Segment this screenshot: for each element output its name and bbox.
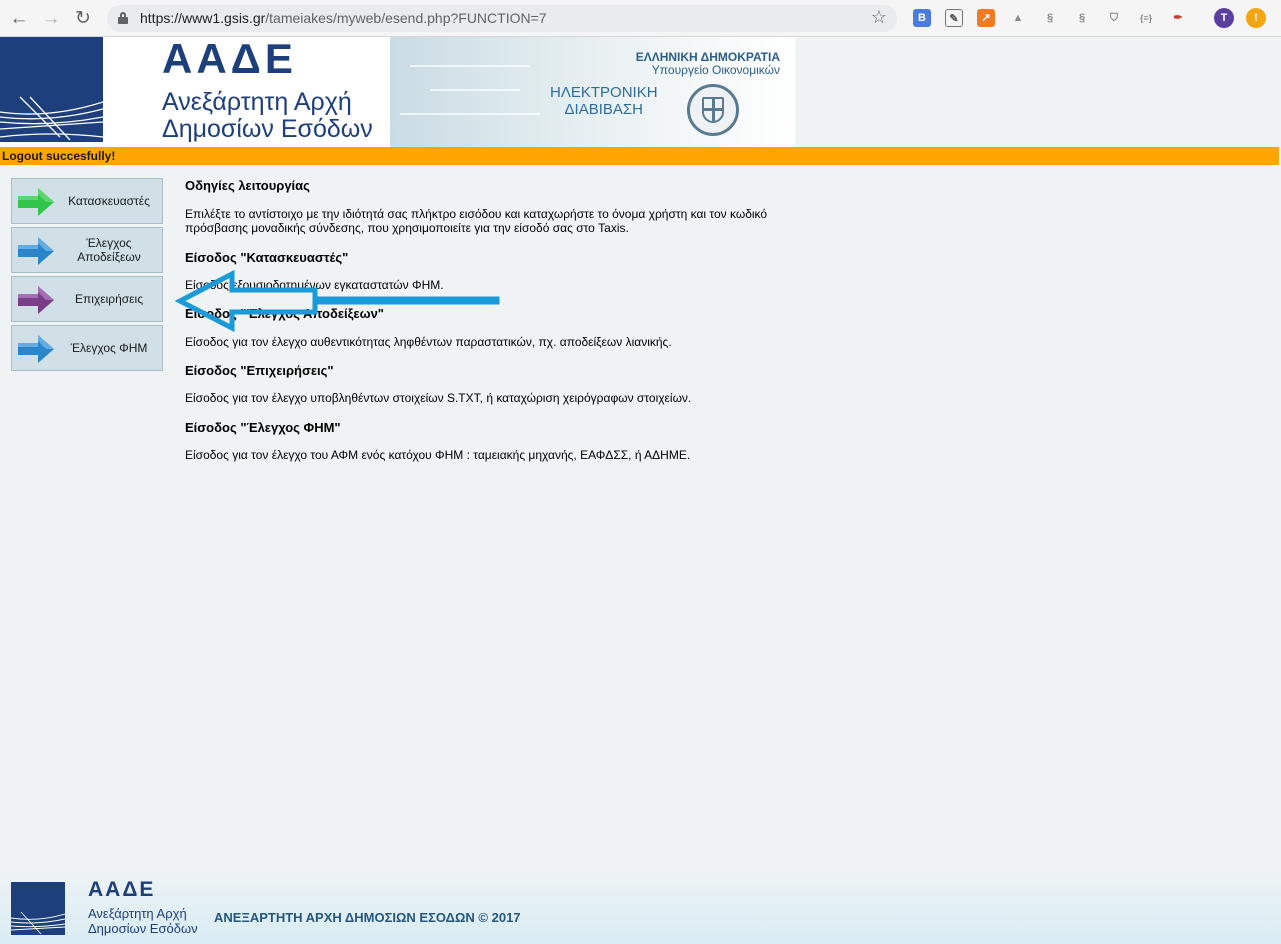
section-heading: Είσοδος "Έλεγχος ΦΗΜ" bbox=[185, 420, 341, 435]
reload-icon[interactable]: ↻ bbox=[72, 8, 94, 30]
logout-message: Logout succesfully! bbox=[2, 149, 116, 163]
menu-button-businesses[interactable]: Επιχειρήσεις bbox=[11, 276, 163, 322]
banner-graphic: ΕΛΛΗΝΙΚΗ ΔΗΜΟΚΡΑΤΙΑ Υπουργείο Οικονομικώ… bbox=[390, 37, 795, 147]
extension-link-icon[interactable]: § bbox=[1041, 9, 1059, 27]
extension-drive-icon[interactable]: ▲ bbox=[1009, 9, 1027, 27]
purple-arrow-icon bbox=[18, 286, 54, 314]
section-text: Είσοδος για τον έλεγχο του ΑΦΜ ενός κατό… bbox=[185, 448, 691, 462]
section-text: Είσοδος για τον έλεγχο υποβληθέντων στοι… bbox=[185, 391, 692, 405]
brand-block: ΑΑΔΕ Ανεξάρτητη Αρχή Δημοσίων Εσόδων bbox=[162, 37, 373, 143]
gov-subtitle: Υπουργείο Οικονομικών bbox=[651, 63, 780, 77]
extension-translate-icon[interactable]: B bbox=[913, 9, 931, 27]
blue-arrow-icon bbox=[18, 237, 54, 265]
gov-title: ΕΛΛΗΝΙΚΗ ΔΗΜΟΚΡΑΤΙΑ bbox=[635, 50, 780, 64]
browser-toolbar: ← → ↻ https://www1.gsis.gr/tameiakes/myw… bbox=[0, 0, 1281, 37]
menu-button-manufacturers[interactable]: Κατασκευαστές bbox=[11, 178, 163, 224]
footer: ΑΑΔΕ Ανεξάρτητη Αρχή Δημοσίων Εσόδων ΑΝΕ… bbox=[0, 866, 1281, 944]
greek-emblem-icon bbox=[687, 84, 739, 136]
brand-line-2: Δημοσίων Εσόδων bbox=[162, 115, 373, 143]
status-bar: Logout succesfully! bbox=[0, 147, 1279, 165]
blue-arrow-icon bbox=[18, 335, 54, 363]
green-arrow-icon bbox=[18, 188, 54, 216]
extension-json-icon[interactable]: {≡} bbox=[1137, 9, 1155, 27]
aade-logo-icon bbox=[0, 37, 103, 142]
footer-aade-logo-icon bbox=[11, 882, 65, 935]
menu-button-receipt-check[interactable]: Έλεγχος Αποδείξεων bbox=[11, 227, 163, 273]
brand-short: ΑΑΔΕ bbox=[162, 35, 297, 82]
e-transmission-label: ΗΛΕΚΤΡΟΝΙΚΗ ΔΙΑΒΙΒΑΣΗ bbox=[550, 84, 658, 118]
footer-copyright: ΑΝΕΞΑΡΤΗΤΗ ΑΡΧΗ ΔΗΜΟΣΙΩΝ ΕΣΟΔΩΝ © 2017 bbox=[214, 910, 521, 925]
back-arrow-icon[interactable]: ← bbox=[8, 8, 30, 30]
extension-link2-icon[interactable]: § bbox=[1073, 9, 1091, 27]
annotation-arrow-icon bbox=[174, 269, 500, 333]
extension-shield-icon[interactable]: ⛉ bbox=[1105, 9, 1123, 27]
footer-brand: ΑΑΔΕ Ανεξάρτητη Αρχή Δημοσίων Εσόδων bbox=[88, 878, 198, 936]
instructions-intro: Επιλέξτε το αντίστοιχο με την ιδιότητά σ… bbox=[185, 207, 768, 235]
section-heading: Είσοδος "Επιχειρήσεις" bbox=[185, 363, 334, 378]
section-heading: Είσοδος "Κατασκευαστές" bbox=[185, 250, 349, 265]
url-text[interactable]: https://www1.gsis.gr/tameiakes/myweb/ese… bbox=[140, 10, 547, 26]
extension-notes-icon[interactable]: ✎ bbox=[945, 9, 963, 27]
forward-arrow-icon[interactable]: → bbox=[40, 8, 62, 30]
address-bar[interactable]: https://www1.gsis.gr/tameiakes/myweb/ese… bbox=[107, 5, 897, 32]
menu-button-fiscal-device-check[interactable]: Έλεγχος ΦΗΜ bbox=[11, 325, 163, 371]
header-banner: ΑΑΔΕ Ανεξάρτητη Αρχή Δημοσίων Εσόδων ΕΛΛ… bbox=[0, 37, 795, 147]
brand-line-1: Ανεξάρτητη Αρχή bbox=[162, 88, 352, 116]
instructions-title: Οδηγίες λειτουργίας bbox=[185, 178, 310, 193]
extension-eyedropper-icon[interactable]: ✒ bbox=[1169, 9, 1187, 27]
lock-icon bbox=[118, 12, 128, 24]
bookmark-star-icon[interactable]: ☆ bbox=[871, 7, 887, 28]
section-text: Είσοδος για τον έλεγχο αυθεντικότητας λη… bbox=[185, 335, 672, 349]
extension-chart-icon[interactable]: ↗ bbox=[977, 9, 995, 27]
profile-avatar[interactable]: T bbox=[1214, 8, 1234, 28]
update-alert-icon[interactable]: ! bbox=[1246, 8, 1266, 28]
